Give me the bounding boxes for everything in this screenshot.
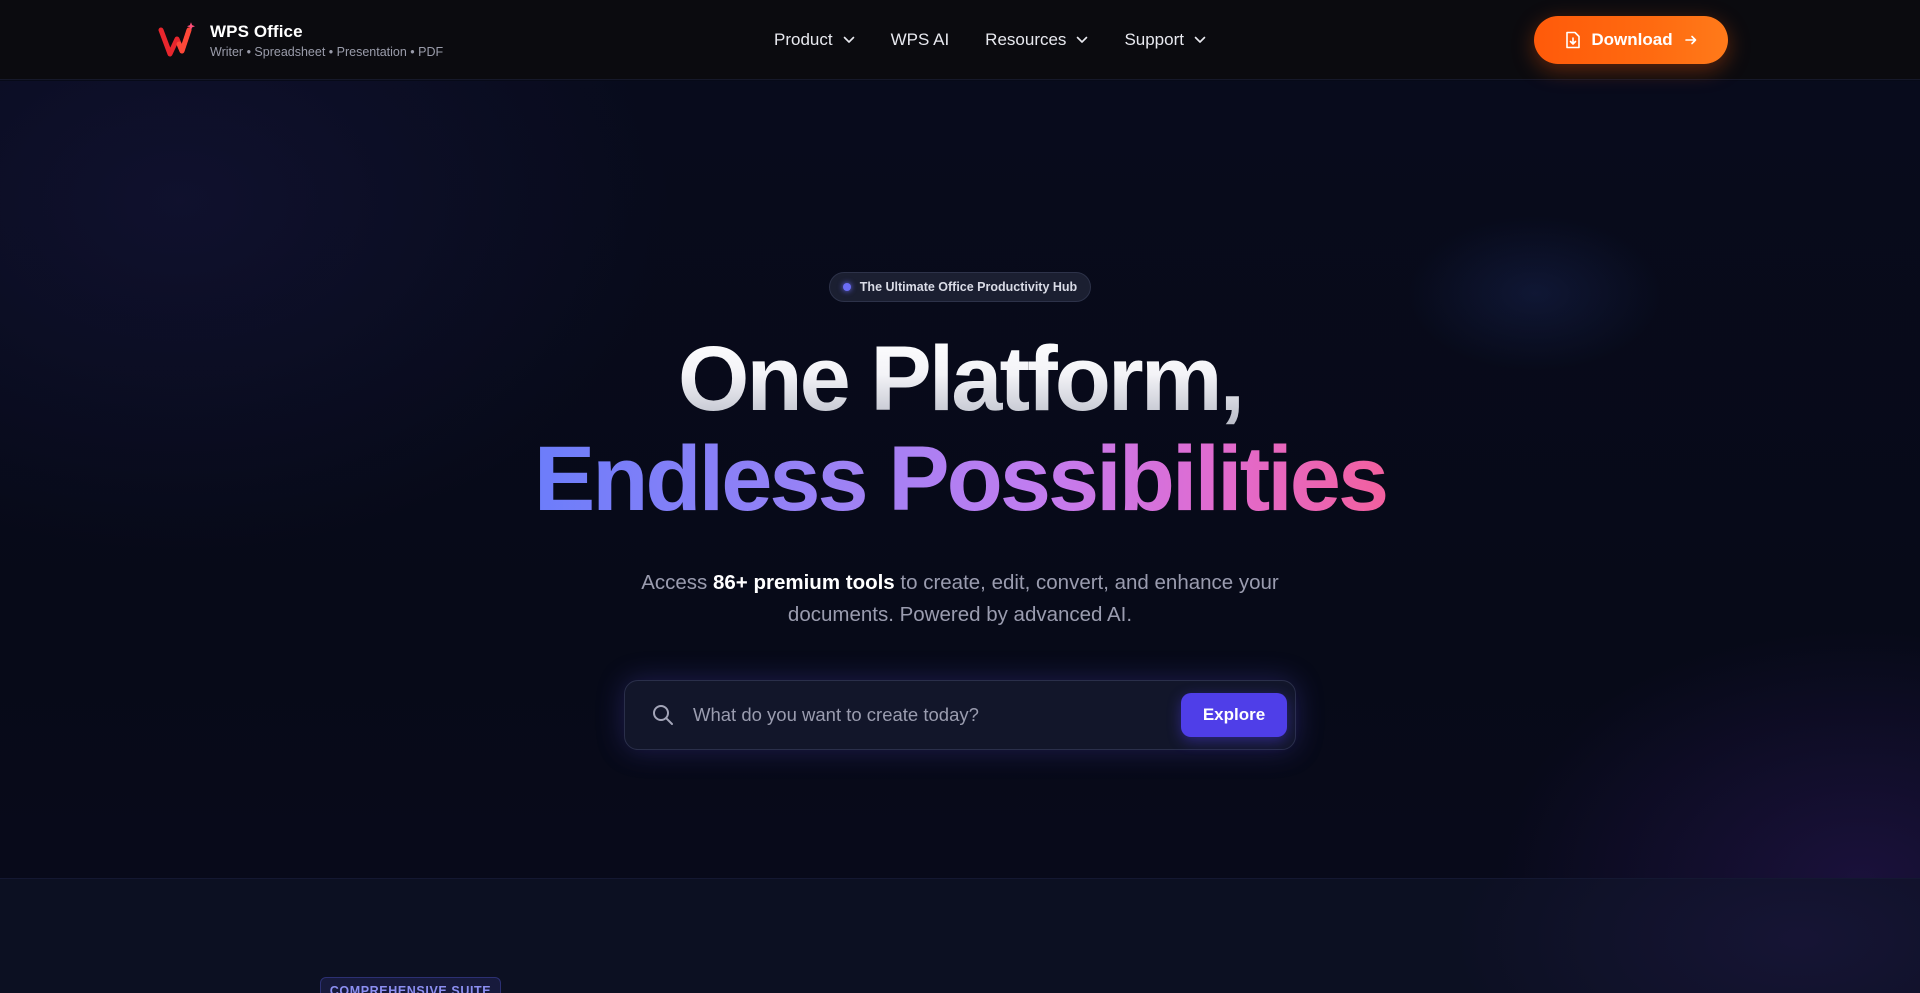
- badge-dot-icon: [842, 283, 851, 291]
- top-navbar: WPS Office Writer • Spreadsheet • Presen…: [0, 0, 1920, 80]
- brand-tagline: Writer • Spreadsheet • Presentation • PD…: [210, 45, 444, 59]
- section-badge: COMPREHENSIVE SUITE: [320, 977, 501, 993]
- nav-item-label: Product: [774, 30, 833, 49]
- nav-item-label: Support: [1124, 30, 1184, 49]
- explore-button[interactable]: Explore: [1181, 693, 1287, 737]
- subtitle-highlight: 86+ premium tools: [713, 571, 895, 594]
- nav-item-support[interactable]: Support: [1124, 30, 1206, 50]
- brand[interactable]: WPS Office Writer • Spreadsheet • Presen…: [158, 21, 443, 61]
- page: WPS Office Writer • Spreadsheet • Presen…: [0, 0, 1920, 993]
- chevron-down-icon: [1194, 36, 1206, 43]
- suite-section: COMPREHENSIVE SUITE: [0, 878, 1920, 993]
- brand-text: WPS Office Writer • Spreadsheet • Presen…: [210, 21, 443, 61]
- search-icon: [653, 705, 673, 725]
- hero-title-line2: Endless Possibilities: [0, 433, 1920, 525]
- wps-logo-icon: [158, 21, 206, 61]
- hero-title-line1: One Platform,: [0, 333, 1920, 425]
- nav-item-wps-ai[interactable]: WPS AI: [891, 30, 950, 50]
- search-box: Explore: [624, 680, 1296, 750]
- arrow-right-icon: [1684, 35, 1696, 45]
- hero-title-gradient-text: Endless Possibilities: [533, 428, 1389, 530]
- download-button[interactable]: Download: [1534, 16, 1728, 64]
- brand-name: WPS Office: [210, 22, 303, 41]
- download-label: Download: [1591, 30, 1673, 49]
- nav-item-product[interactable]: Product: [774, 30, 855, 50]
- main-nav: Product WPS AI Resources Support: [774, 0, 1206, 80]
- hero-badge-text: The Ultimate Office Productivity Hub: [859, 280, 1078, 294]
- subtitle-pre: Access: [641, 571, 713, 594]
- nav-item-label: Resources: [985, 30, 1067, 49]
- chevron-down-icon: [1077, 36, 1088, 43]
- hero-badge: The Ultimate Office Productivity Hub: [829, 272, 1091, 302]
- chevron-down-icon: [843, 36, 854, 43]
- search-input[interactable]: [693, 695, 1181, 735]
- nav-item-resources[interactable]: Resources: [985, 30, 1088, 50]
- hero-section: The Ultimate Office Productivity Hub One…: [0, 81, 1920, 878]
- file-download-icon: [1566, 31, 1581, 49]
- hero-subtitle: Access 86+ premium tools to create, edit…: [600, 567, 1320, 631]
- nav-item-label: WPS AI: [890, 30, 950, 49]
